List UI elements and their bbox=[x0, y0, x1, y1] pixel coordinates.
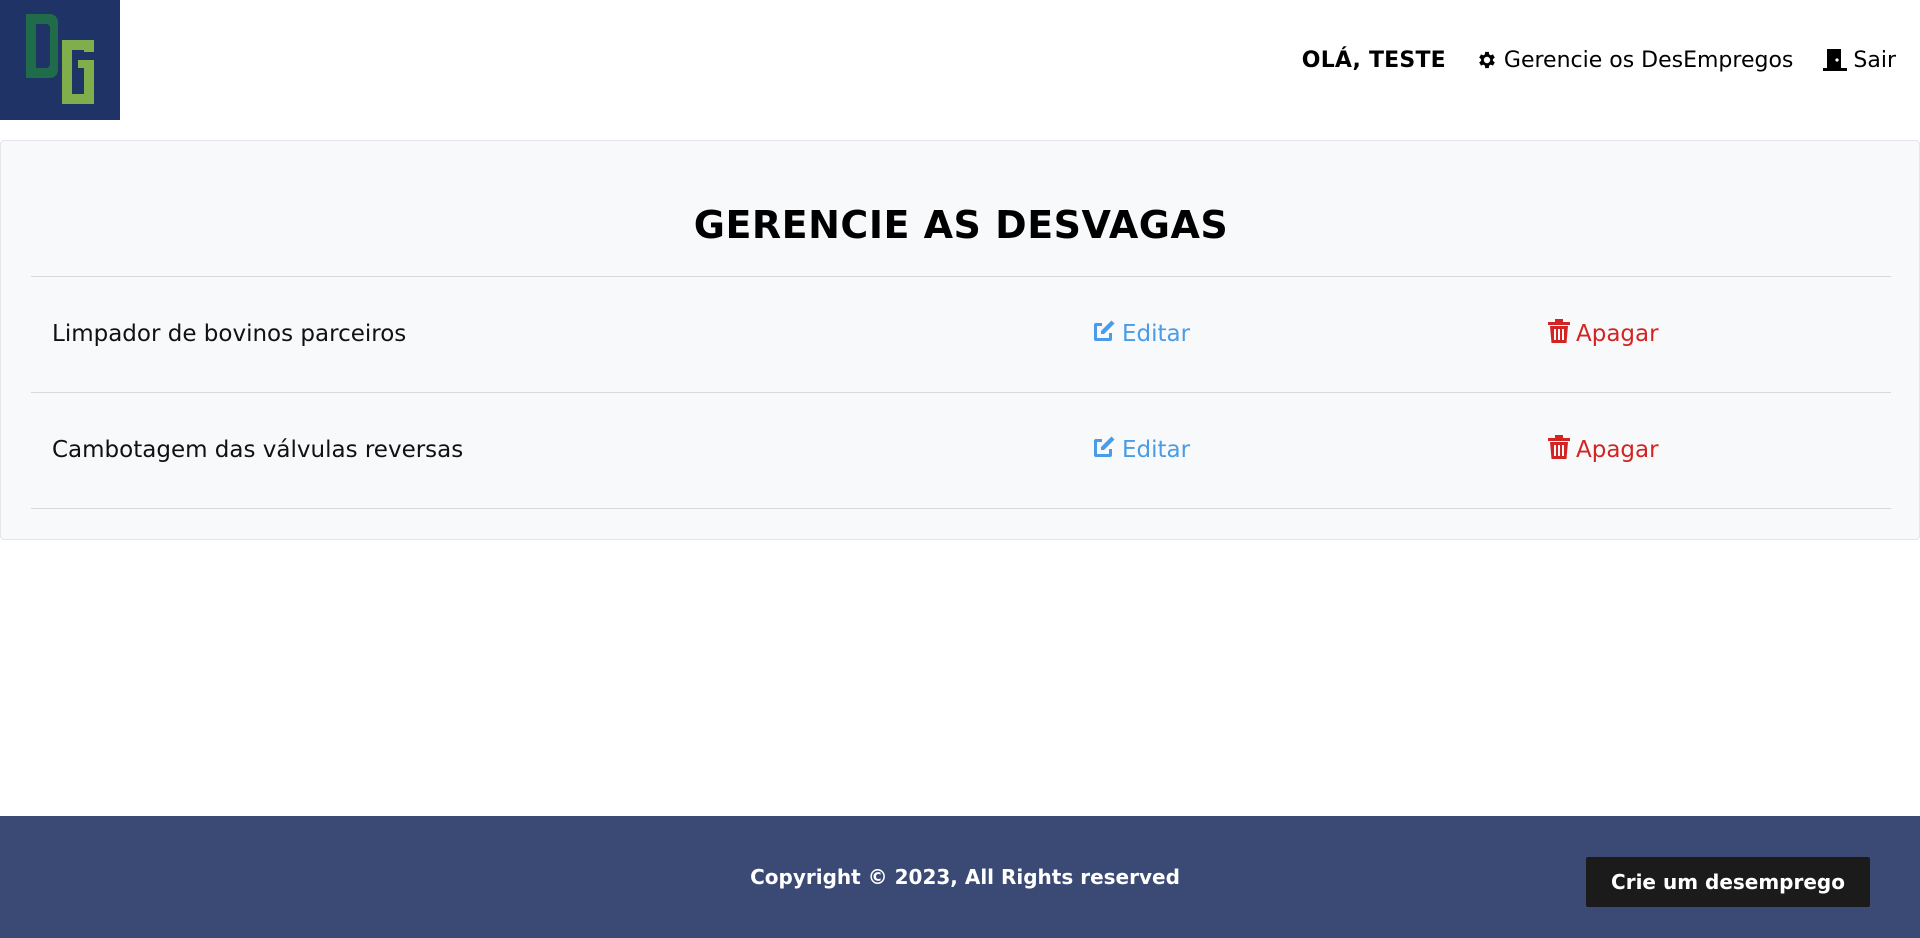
edit-button[interactable]: Editar bbox=[1092, 393, 1190, 507]
divider bbox=[31, 508, 1891, 509]
job-name: Cambotagem das válvulas reversas bbox=[52, 437, 464, 463]
trash-icon bbox=[1548, 435, 1570, 465]
site-logo[interactable] bbox=[0, 0, 120, 120]
trash-icon bbox=[1548, 319, 1570, 349]
job-row: Limpador de bovinos parceiros Editar Apa… bbox=[31, 277, 1891, 391]
job-name: Limpador de bovinos parceiros bbox=[52, 321, 407, 347]
edit-button[interactable]: Editar bbox=[1092, 277, 1190, 391]
door-icon bbox=[1823, 49, 1848, 71]
manage-jobs-label: Gerencie os DesEmpregos bbox=[1503, 47, 1794, 73]
top-nav: OLÁ, TESTE Gerencie os DesEmpregos Sair bbox=[1302, 42, 1896, 78]
site-header: OLÁ, TESTE Gerencie os DesEmpregos Sair bbox=[0, 0, 1920, 140]
delete-label: Apagar bbox=[1576, 321, 1659, 347]
page-title: GERENCIE AS DESVAGAS bbox=[693, 203, 1229, 247]
dg-logo-icon bbox=[0, 0, 120, 120]
job-row: Cambotagem das válvulas reversas Editar bbox=[31, 393, 1891, 507]
manage-jobs-card: GERENCIE AS DESVAGAS Limpador de bovinos… bbox=[0, 140, 1920, 540]
create-job-button[interactable]: Crie um desemprego bbox=[1586, 857, 1870, 907]
logout-link[interactable]: Sair bbox=[1823, 48, 1896, 73]
delete-label: Apagar bbox=[1576, 437, 1659, 463]
edit-label: Editar bbox=[1122, 437, 1191, 463]
delete-button[interactable]: Apagar bbox=[1548, 277, 1659, 391]
gear-icon bbox=[1476, 49, 1498, 71]
user-greeting: OLÁ, TESTE bbox=[1301, 47, 1446, 73]
site-footer: Copyright © 2023, All Rights reserved Cr… bbox=[0, 816, 1920, 938]
delete-button[interactable]: Apagar bbox=[1548, 393, 1659, 507]
manage-jobs-link[interactable]: Gerencie os DesEmpregos bbox=[1476, 47, 1794, 73]
edit-label: Editar bbox=[1122, 321, 1191, 347]
edit-icon bbox=[1092, 435, 1116, 465]
edit-icon bbox=[1092, 319, 1116, 349]
logout-label: Sair bbox=[1853, 47, 1896, 73]
